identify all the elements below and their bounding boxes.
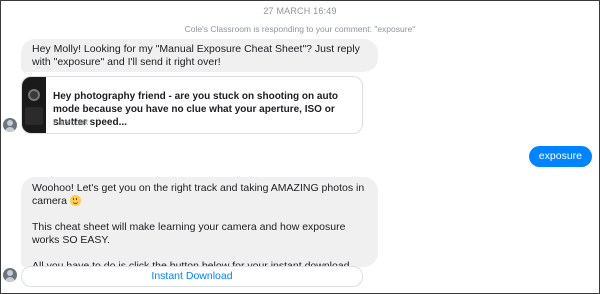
camera-body-icon — [25, 107, 43, 125]
message-timestamp: 27 MARCH 16:49 — [263, 6, 337, 16]
incoming-message-bubble: Hey Molly! Looking for my "Manual Exposu… — [21, 39, 378, 72]
message-text: This cheat sheet will make learning your… — [32, 221, 346, 246]
slightly-smiling-face-icon — [69, 195, 81, 206]
link-card-source: Facebook — [53, 118, 89, 127]
link-preview-card[interactable]: Hey photography friend - are you stuck o… — [21, 76, 363, 134]
link-thumbnail-image — [22, 77, 46, 133]
avatar[interactable] — [3, 268, 17, 282]
instant-download-button[interactable]: Instant Download — [21, 266, 363, 287]
camera-lens-icon — [28, 89, 40, 101]
message-text: Woohoo! Let's get you on the right track… — [32, 182, 365, 207]
avatar[interactable] — [3, 118, 17, 132]
link-card-title: Hey photography friend - are you stuck o… — [53, 91, 339, 128]
outgoing-message-bubble: exposure — [528, 146, 592, 167]
incoming-message-bubble: Woohoo! Let's get you on the right track… — [21, 177, 378, 286]
context-note: Cole's Classroom is responding to your c… — [184, 24, 416, 34]
